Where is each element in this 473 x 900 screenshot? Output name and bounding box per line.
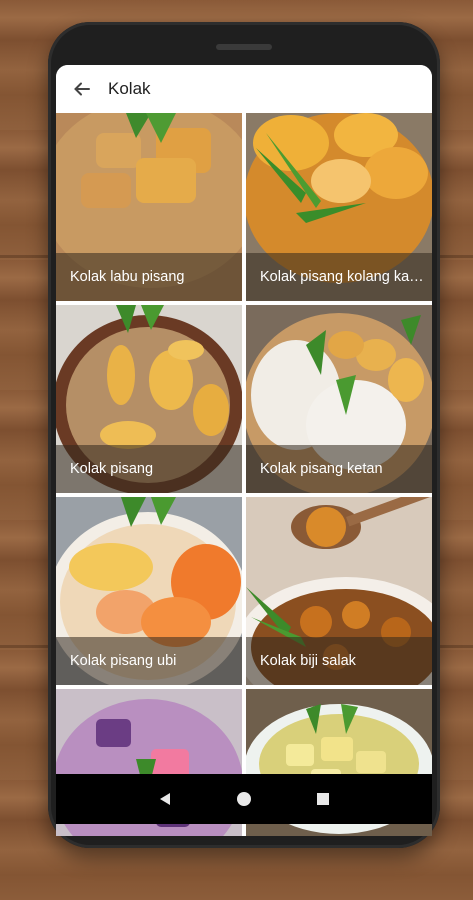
recipe-title: Kolak pisang kolang kaling [260, 269, 424, 285]
square-recents-icon [316, 793, 329, 805]
recipe-title: Kolak labu pisang [70, 269, 185, 285]
recipe-tile[interactable]: Kolak biji salak [246, 497, 432, 685]
arrow-left-icon [74, 82, 90, 96]
triangle-back-icon [160, 793, 171, 805]
recipe-tile[interactable]: Kolak pisang ubi [56, 497, 242, 685]
phone-frame: Kolak Kolak labu pisang Kolak pisang kol… [48, 22, 440, 848]
recipe-title: Kolak pisang ketan [260, 461, 383, 477]
recipe-tile[interactable]: Kolak pisang ketan [246, 305, 432, 493]
nav-home-button[interactable] [232, 787, 256, 811]
recipe-title: Kolak pisang ubi [70, 653, 177, 669]
recipe-title: Kolak pisang [70, 461, 154, 477]
app-screen: Kolak Kolak labu pisang Kolak pisang kol… [56, 65, 432, 836]
system-nav-bar [56, 774, 432, 824]
recipe-tile[interactable]: Kolak pisang kolang kaling [246, 113, 432, 301]
circle-home-icon [236, 792, 251, 806]
recipe-title: Kolak biji salak [260, 653, 356, 669]
recipe-tile[interactable]: Kolak pisang [56, 305, 242, 493]
phone-speaker [216, 44, 272, 50]
recipe-tile[interactable]: Kolak labu pisang [56, 113, 242, 301]
nav-back-button[interactable] [153, 787, 177, 811]
app-bar: Kolak [56, 65, 432, 113]
page-title: Kolak [108, 79, 151, 98]
nav-recents-button[interactable] [311, 787, 335, 811]
back-button[interactable] [58, 65, 106, 113]
